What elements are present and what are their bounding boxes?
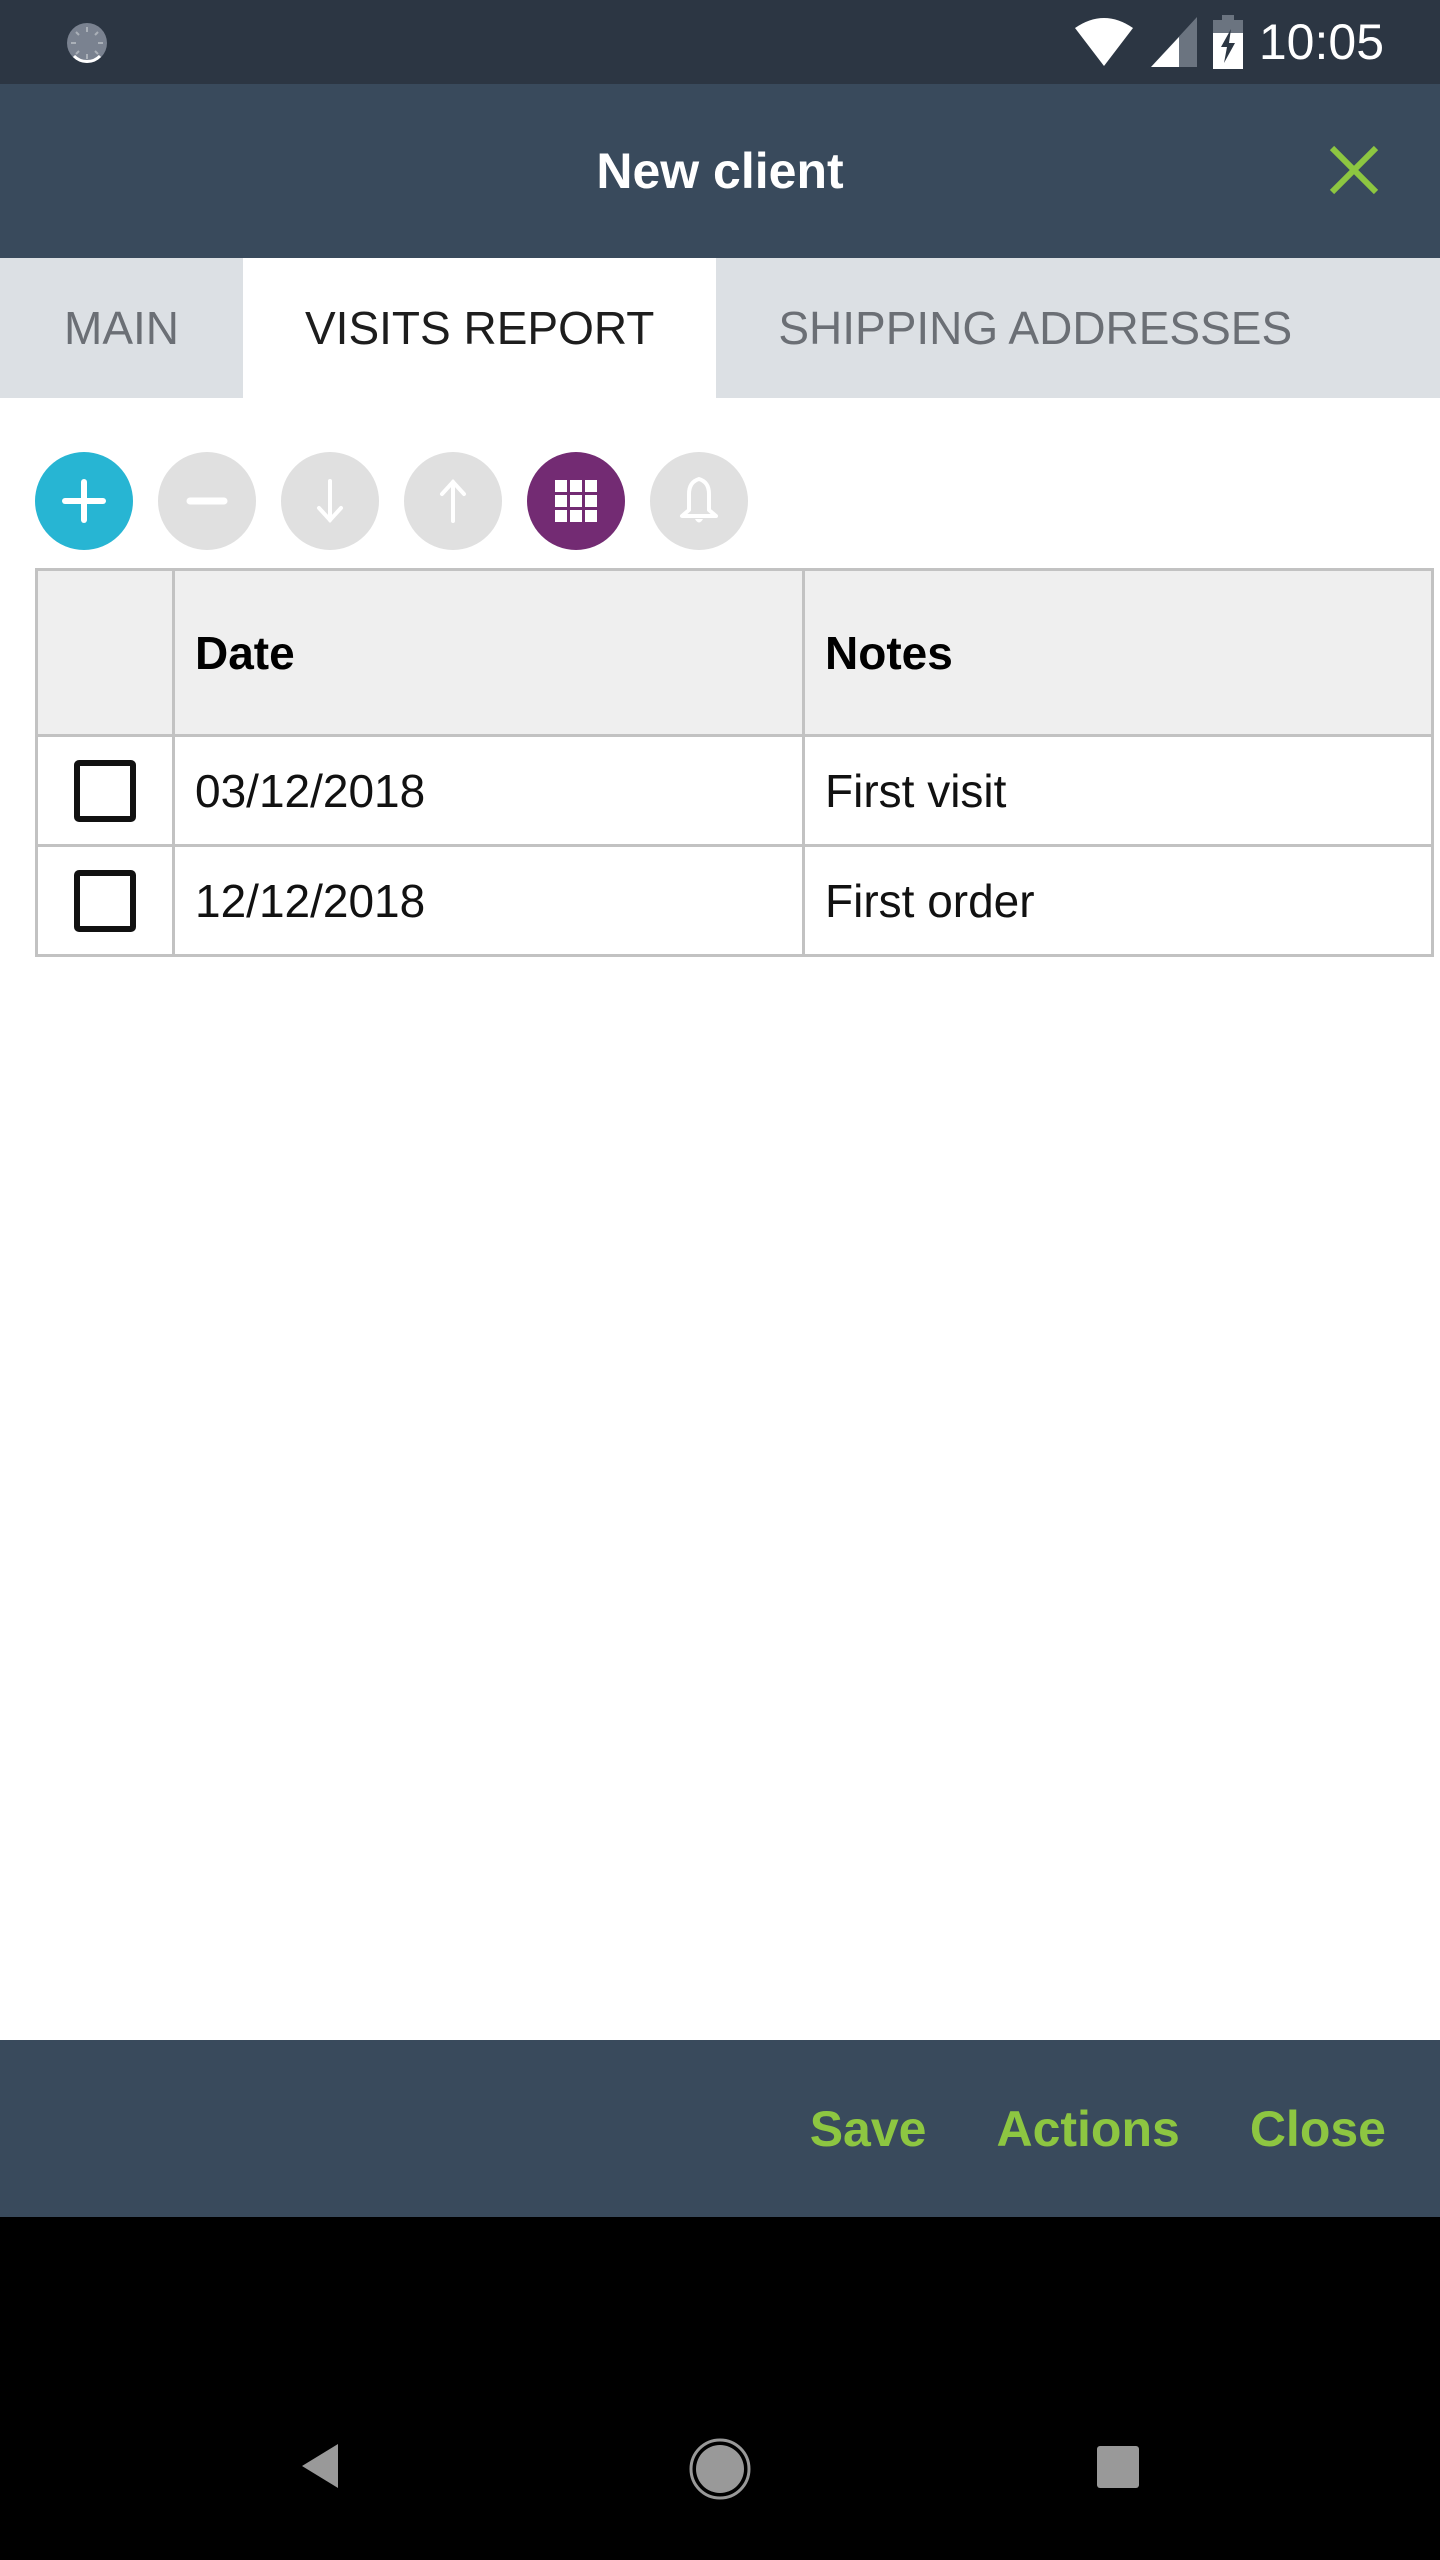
- plus-icon: [62, 479, 106, 523]
- remove-row-button[interactable]: [158, 452, 256, 550]
- wifi-icon: [1074, 18, 1133, 66]
- column-header-notes[interactable]: Notes: [802, 568, 1434, 737]
- notes-cell[interactable]: First visit: [802, 734, 1434, 847]
- battery-charging-icon: [1212, 15, 1243, 69]
- system-nav-bar: [0, 2217, 1440, 2560]
- visits-table: Date Notes 03/12/2018 First visit 12/12/…: [35, 568, 1434, 957]
- bottom-action-bar: Save Actions Close: [0, 2040, 1440, 2217]
- date-cell[interactable]: 03/12/2018: [172, 734, 805, 847]
- back-icon[interactable]: [298, 2442, 344, 2490]
- recents-icon[interactable]: [1096, 2445, 1140, 2489]
- column-header-date[interactable]: Date: [172, 568, 805, 737]
- app-bar: New client: [0, 84, 1440, 258]
- close-icon[interactable]: [1326, 142, 1382, 198]
- arrow-down-icon: [317, 479, 343, 523]
- minus-icon: [186, 497, 228, 505]
- tab-visits-report[interactable]: VISITS REPORT: [243, 258, 717, 398]
- save-button[interactable]: Save: [810, 2100, 927, 2158]
- notes-cell[interactable]: First order: [802, 844, 1434, 957]
- date-cell[interactable]: 12/12/2018: [172, 844, 805, 957]
- row-checkbox[interactable]: [74, 759, 136, 822]
- table-header-row: Date Notes: [35, 568, 1434, 737]
- bell-icon: [680, 477, 718, 523]
- status-icons: 10:05: [1073, 10, 1384, 74]
- row-select-cell: [35, 734, 175, 847]
- add-row-button[interactable]: [35, 452, 133, 550]
- grid-toolbar: [35, 452, 748, 550]
- home-icon[interactable]: [688, 2437, 752, 2501]
- grid-view-button[interactable]: [527, 452, 625, 550]
- table-row[interactable]: 12/12/2018 First order: [35, 844, 1434, 957]
- clock: 10:05: [1258, 14, 1384, 70]
- row-checkbox[interactable]: [74, 869, 136, 932]
- table-row[interactable]: 03/12/2018 First visit: [35, 734, 1434, 847]
- page-title: New client: [596, 143, 844, 199]
- arrow-up-icon: [440, 479, 466, 523]
- actions-button[interactable]: Actions: [996, 2100, 1179, 2158]
- row-select-cell: [35, 844, 175, 957]
- close-button[interactable]: Close: [1250, 2100, 1386, 2158]
- notify-button[interactable]: [650, 452, 748, 550]
- grid-icon: [555, 480, 597, 522]
- move-down-button[interactable]: [281, 452, 379, 550]
- signal-icon: [1150, 17, 1197, 67]
- move-up-button[interactable]: [404, 452, 502, 550]
- tab-main[interactable]: MAIN: [0, 258, 243, 398]
- column-header-select: [35, 568, 175, 737]
- sync-icon: [67, 23, 107, 63]
- status-bar: 10:05: [0, 0, 1440, 84]
- tab-shipping-addresses[interactable]: SHIPPING ADDRESSES: [716, 258, 1354, 398]
- tab-bar: MAIN VISITS REPORT SHIPPING ADDRESSES: [0, 258, 1440, 398]
